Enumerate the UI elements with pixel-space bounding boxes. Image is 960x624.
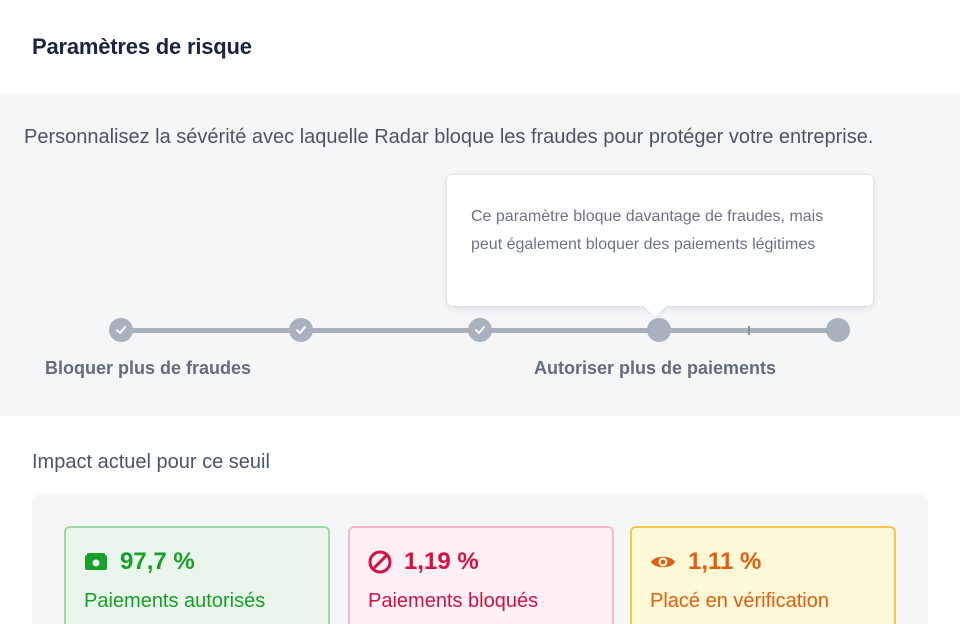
slider-step-5[interactable] bbox=[826, 318, 850, 342]
blocked-payments-card: 1,19 % Paiements bloqués bbox=[348, 526, 614, 624]
review-payments-card: 1,11 % Placé en vérification bbox=[630, 526, 896, 624]
slider-step-2[interactable] bbox=[289, 318, 313, 342]
risk-threshold-slider[interactable] bbox=[0, 314, 960, 346]
tooltip-text: Ce paramètre bloque davantage de fraudes… bbox=[471, 208, 824, 253]
check-icon bbox=[475, 326, 485, 334]
review-label: Placé en vérification bbox=[650, 590, 829, 612]
slider-step-1[interactable] bbox=[109, 318, 133, 342]
blocked-value: 1,19 % bbox=[404, 548, 479, 575]
check-icon bbox=[116, 326, 126, 334]
risk-tooltip: Ce paramètre bloque davantage de fraudes… bbox=[447, 175, 873, 318]
blocked-label: Paiements bloqués bbox=[368, 590, 539, 612]
cash-icon bbox=[84, 552, 108, 572]
risk-description: Personnalisez la sévérité avec laquelle … bbox=[24, 126, 874, 148]
blocked-icon bbox=[368, 550, 392, 574]
page-title: Paramètres de risque bbox=[32, 34, 252, 59]
check-icon bbox=[296, 326, 306, 334]
review-value: 1,11 % bbox=[688, 548, 762, 575]
authorized-value: 97,7 % bbox=[120, 548, 195, 575]
risk-settings-panel: Personnalisez la sévérité avec laquelle … bbox=[0, 94, 960, 416]
authorized-payments-card: 97,7 % Paiements autorisés bbox=[64, 526, 330, 624]
slider-step-3[interactable] bbox=[468, 318, 492, 342]
authorized-label: Paiements autorisés bbox=[84, 590, 266, 612]
impact-panel: 97,7 % Paiements autorisés 1,19 % Paieme… bbox=[32, 494, 928, 624]
slider-track bbox=[122, 328, 660, 333]
impact-heading: Impact actuel pour ce seuil bbox=[32, 451, 270, 473]
slider-tick bbox=[748, 326, 750, 335]
slider-label-left: Bloquer plus de fraudes bbox=[45, 358, 252, 378]
slider-label-right: Autoriser plus de paiements bbox=[534, 358, 777, 378]
slider-track-remaining bbox=[660, 328, 826, 333]
slider-step-4-selected[interactable] bbox=[647, 318, 671, 342]
eye-icon bbox=[650, 553, 676, 571]
